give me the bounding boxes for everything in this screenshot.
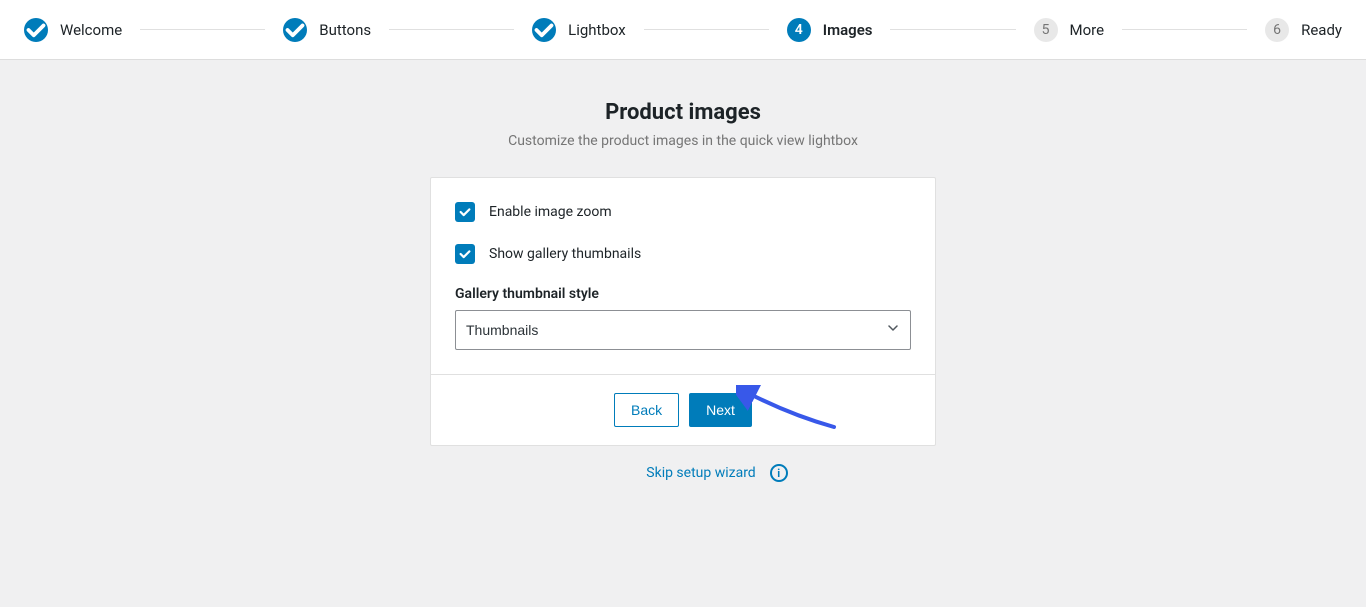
option-label: Show gallery thumbnails — [489, 246, 641, 262]
check-icon — [283, 18, 307, 42]
gallery-style-select[interactable]: Thumbnails — [455, 310, 911, 350]
step-connector — [890, 29, 1015, 30]
page-title: Product images — [605, 100, 761, 125]
step-connector — [1122, 29, 1247, 30]
card-footer: Back Next — [431, 374, 935, 445]
gallery-style-select-wrapper: Thumbnails — [455, 310, 911, 350]
next-button[interactable]: Next — [689, 393, 752, 427]
option-enable-zoom: Enable image zoom — [455, 202, 911, 222]
content: Product images Customize the product ima… — [0, 60, 1366, 502]
step-number-icon: 4 — [787, 18, 811, 42]
step-connector — [140, 29, 265, 30]
step-ready[interactable]: 6 Ready — [1265, 18, 1342, 42]
step-label: Welcome — [60, 21, 122, 39]
step-label: Images — [823, 21, 873, 39]
checkbox-enable-zoom[interactable] — [455, 202, 475, 222]
step-welcome[interactable]: Welcome — [24, 18, 122, 42]
step-connector — [644, 29, 769, 30]
settings-card: Enable image zoom Show gallery thumbnail… — [430, 177, 936, 446]
option-show-thumbnails: Show gallery thumbnails — [455, 244, 911, 264]
step-label: Ready — [1301, 21, 1342, 39]
back-button[interactable]: Back — [614, 393, 679, 427]
step-more[interactable]: 5 More — [1034, 18, 1105, 42]
info-icon[interactable]: i — [770, 464, 788, 482]
card-body: Enable image zoom Show gallery thumbnail… — [431, 178, 935, 374]
check-icon — [24, 18, 48, 42]
step-label: Buttons — [319, 21, 371, 39]
skip-row: Skip setup wizard i — [646, 464, 787, 482]
gallery-style-label: Gallery thumbnail style — [455, 286, 911, 302]
option-label: Enable image zoom — [489, 204, 612, 220]
page-subtitle: Customize the product images in the quic… — [508, 133, 858, 149]
skip-setup-link[interactable]: Skip setup wizard — [646, 465, 755, 481]
stepper: Welcome Buttons Lightbox 4 Images 5 More… — [0, 0, 1366, 60]
step-number-icon: 6 — [1265, 18, 1289, 42]
step-label: More — [1070, 21, 1105, 39]
step-label: Lightbox — [568, 21, 626, 39]
arrow-annotation-icon — [736, 385, 846, 435]
step-number-icon: 5 — [1034, 18, 1058, 42]
step-images[interactable]: 4 Images — [787, 18, 873, 42]
check-icon — [532, 18, 556, 42]
step-lightbox[interactable]: Lightbox — [532, 18, 626, 42]
step-buttons[interactable]: Buttons — [283, 18, 371, 42]
step-connector — [389, 29, 514, 30]
checkbox-show-thumbnails[interactable] — [455, 244, 475, 264]
